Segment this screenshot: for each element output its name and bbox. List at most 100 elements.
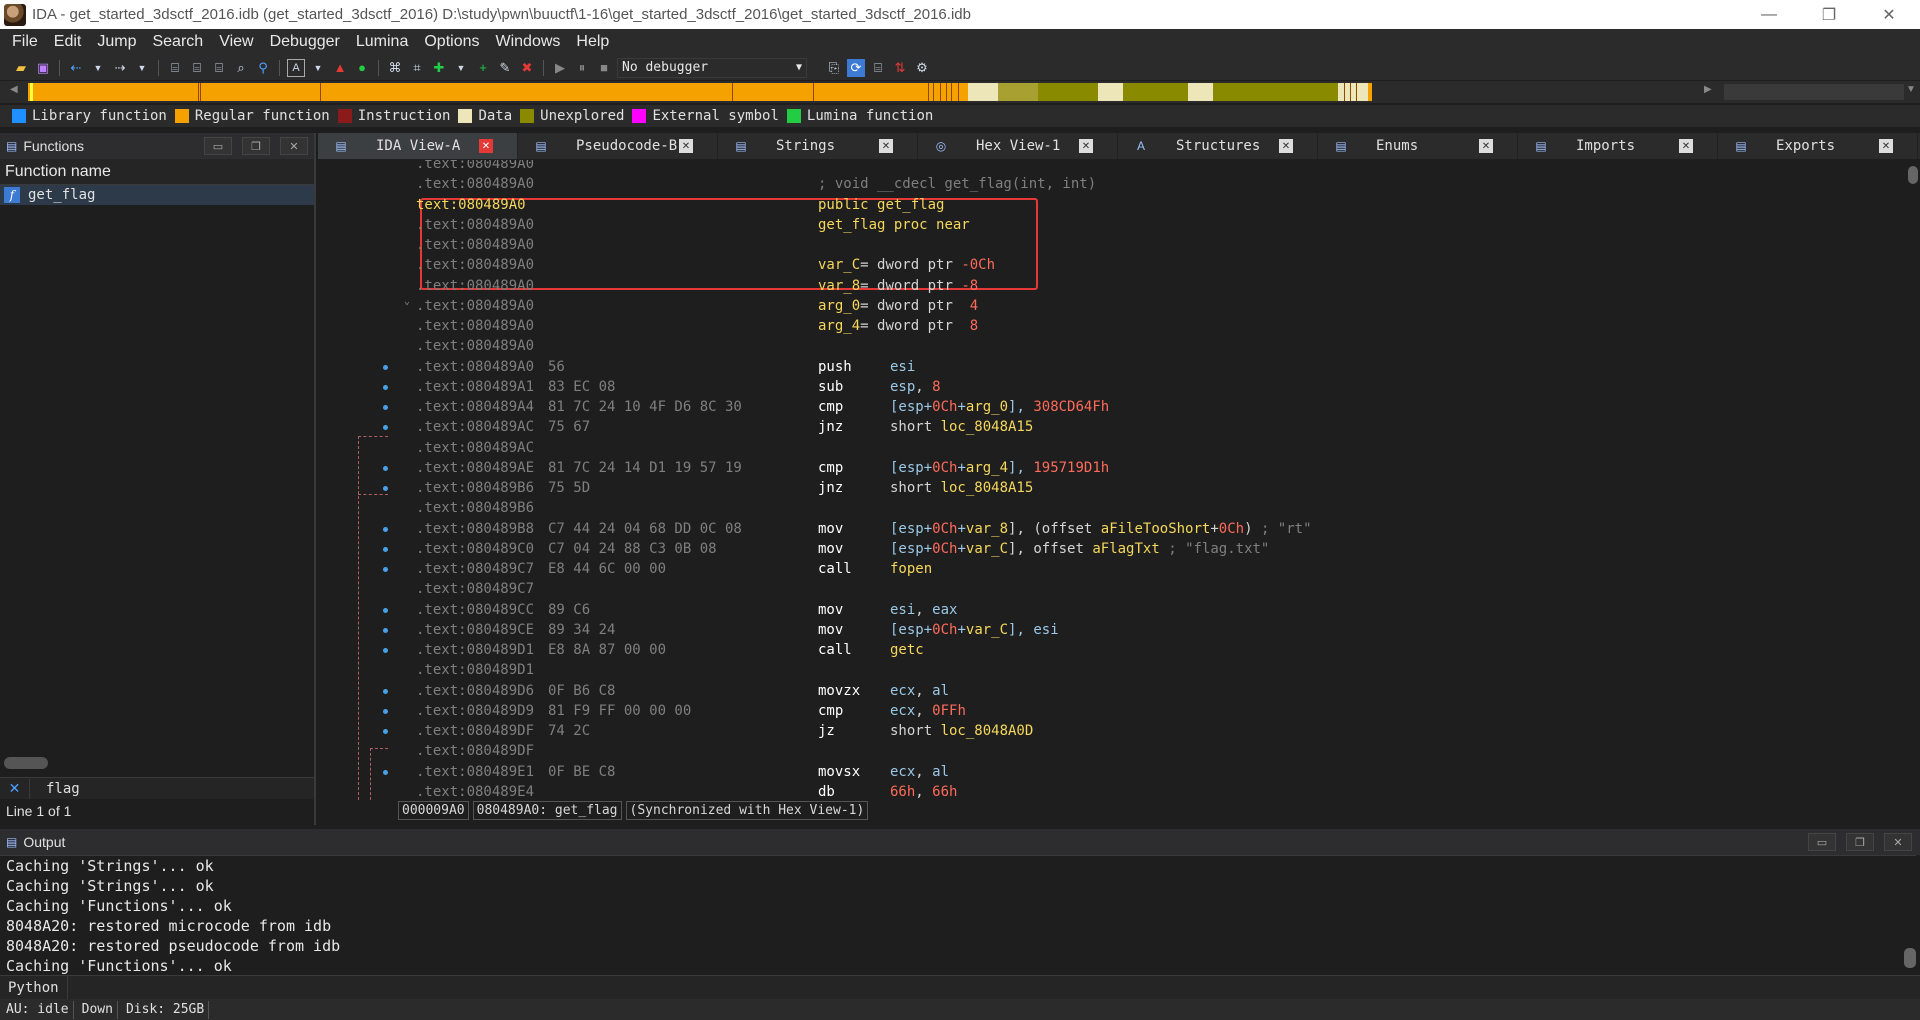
disasm-line[interactable]: .text:080489A0 <box>416 160 534 174</box>
jump-code-icon[interactable]: ⌸ <box>166 59 184 77</box>
menu-debugger[interactable]: Debugger <box>262 29 348 55</box>
navigation-band[interactable] <box>0 81 1920 103</box>
debugger-select[interactable]: No debugger ▼ <box>617 57 807 78</box>
disasm-line[interactable]: .text:080489A1 83 EC 08 sub esp, 8 <box>416 377 941 397</box>
back-arrow-icon[interactable]: ⇠ <box>67 59 85 77</box>
tab-close-icon[interactable]: ✕ <box>1079 139 1093 153</box>
menu-view[interactable]: View <box>211 29 261 55</box>
disasm-line[interactable]: .text:080489A0 56 push esi <box>416 357 915 377</box>
text-mode-icon[interactable]: A <box>287 58 305 77</box>
green-plus-icon[interactable]: ✚ <box>430 59 448 77</box>
tab-strings[interactable]: ▤ Strings ✕ <box>718 133 918 159</box>
disasm-line[interactable]: .text:080489A0 var_C= dword ptr -0Ch <box>416 255 995 275</box>
disasm-line[interactable]: text:080489A0 public get_flag <box>416 195 944 215</box>
output-maximize-button[interactable]: ▭ <box>1808 833 1836 851</box>
dropdown-arrow-icon[interactable]: ▼ <box>133 59 151 77</box>
menu-help[interactable]: Help <box>568 29 617 55</box>
delete-icon[interactable]: ✖ <box>518 59 536 77</box>
tab-close-icon[interactable]: ✕ <box>679 139 693 153</box>
function-list-item[interactable]: f get_flag <box>0 185 314 205</box>
warning-icon[interactable]: ▲ <box>331 59 349 77</box>
python-label[interactable]: Python <box>0 975 68 1000</box>
plugin-icon[interactable]: ⚙ <box>913 59 931 77</box>
token-name[interactable]: arg_0 <box>818 298 860 314</box>
disasm-line[interactable]: .text:080489AC 75 67 jnz short loc_8048A15 <box>416 417 1033 437</box>
disasm-line[interactable]: .text:080489C7 <box>416 579 534 599</box>
add-icon[interactable]: + <box>474 59 492 77</box>
tab-structures[interactable]: A Structures ✕ <box>1118 133 1318 159</box>
menu-lumina[interactable]: Lumina <box>348 29 416 55</box>
minimize-button[interactable]: — <box>1740 0 1798 29</box>
text-search-icon[interactable]: ⚲ <box>254 59 272 77</box>
token-name[interactable]: loc_8048A0D <box>941 723 1034 739</box>
token-name[interactable]: aFlagTxt <box>1092 541 1159 557</box>
struct-icon[interactable]: ⌗ <box>408 59 426 77</box>
fold-chevron-icon[interactable]: ⌄ <box>404 296 410 307</box>
token-name[interactable]: arg_0 <box>966 399 1008 415</box>
disasm-line[interactable]: .text:080489A0 <box>416 336 534 356</box>
output-log[interactable]: Caching 'Strings'... ok Caching 'Strings'… <box>0 855 1916 975</box>
tab-close-icon[interactable]: ✕ <box>1279 139 1293 153</box>
tab-pseudocode-b[interactable]: ▤ Pseudocode-B ✕ <box>518 133 718 159</box>
disasm-line[interactable]: .text:080489A0 var_8= dword ptr -8 <box>416 276 978 296</box>
disasm-line[interactable]: .text:080489A0 <box>416 235 534 255</box>
token-name[interactable]: loc_8048A15 <box>941 480 1034 496</box>
tab-close-icon[interactable]: ✕ <box>1679 139 1693 153</box>
panel-float-button[interactable]: ❐ <box>242 137 270 155</box>
disasm-line[interactable]: .text:080489C7 E8 44 6C 00 00 call fopen <box>416 559 932 579</box>
menu-edit[interactable]: Edit <box>46 29 90 55</box>
token-name[interactable]: var_C <box>818 257 860 273</box>
save-icon[interactable]: ▣ <box>34 59 52 77</box>
disasm-line[interactable]: .text:080489CE 89 34 24 mov [esp+0Ch+var_C]… <box>416 620 1059 640</box>
token-name[interactable]: aFileTooShort <box>1101 521 1211 537</box>
disasm-line[interactable]: .text:080489AC <box>416 438 534 458</box>
dropdown-arrow-icon[interactable]: ▼ <box>309 59 327 77</box>
token-name[interactable]: loc_8048A15 <box>941 419 1034 435</box>
binary-search-icon[interactable]: ⌕ <box>232 59 250 77</box>
nav-scrollbar[interactable] <box>1724 84 1904 100</box>
nav-right-arrow-icon[interactable]: ▶ <box>1704 84 1712 95</box>
tab-close-icon[interactable]: ✕ <box>1879 139 1893 153</box>
breakpoint-icon[interactable]: ⌸ <box>869 59 887 77</box>
output-float-button[interactable]: ❐ <box>1846 833 1874 851</box>
menu-windows[interactable]: Windows <box>487 29 568 55</box>
menu-options[interactable]: Options <box>416 29 487 55</box>
menu-jump[interactable]: Jump <box>89 29 144 55</box>
disasm-line[interactable]: .text:080489B6 75 5D jnz short loc_8048A15 <box>416 478 1033 498</box>
panel-close-button[interactable]: ✕ <box>280 137 308 155</box>
tab-exports[interactable]: ▤ Exports ✕ <box>1718 133 1918 159</box>
disasm-line[interactable]: .text:080489E1 0F BE C8 movsx ecx, al <box>416 762 949 782</box>
token-name[interactable]: arg_4 <box>966 460 1008 476</box>
tab-close-icon[interactable]: ✕ <box>879 139 893 153</box>
nav-left-arrow-icon[interactable]: ◀ <box>10 84 18 95</box>
disasm-line[interactable]: .text:080489D1 <box>416 660 534 680</box>
open-file-icon[interactable]: ▰ <box>12 59 30 77</box>
vertical-scrollbar[interactable] <box>1904 160 1920 800</box>
token-name[interactable]: var_C <box>966 541 1008 557</box>
disasm-line[interactable]: .text:080489A0 get_flag proc near <box>416 215 970 235</box>
restore-button[interactable]: ❐ <box>1800 0 1858 29</box>
horizontal-scrollbar[interactable] <box>4 757 48 769</box>
disasm-line[interactable]: .text:080489B6 <box>416 498 534 518</box>
pause-icon[interactable]: ⏸ <box>573 59 591 77</box>
function-name-column-header[interactable]: Function name <box>0 159 314 185</box>
disasm-line[interactable]: .text:080489AE 81 7C 24 14 D1 19 57 19 cmp… <box>416 458 1109 478</box>
token-name[interactable]: var_8 <box>818 278 860 294</box>
green-run-icon[interactable]: ● <box>353 59 371 77</box>
disasm-line[interactable]: .text:080489A0 ; void __cdecl get_flag(in… <box>416 174 1096 194</box>
token-name[interactable]: getc <box>890 642 924 658</box>
disasm-line[interactable]: .text:080489DF 74 2C jz short loc_8048A0D <box>416 721 1033 741</box>
dropdown-arrow-icon[interactable]: ▼ <box>452 59 470 77</box>
output-scroll-thumb[interactable] <box>1904 948 1916 968</box>
python-input-row[interactable]: Python <box>0 975 1920 1000</box>
tab-imports[interactable]: ▤ Imports ✕ <box>1518 133 1718 159</box>
disasm-line[interactable]: .text:080489A0 arg_4= dword ptr 8 <box>416 316 978 336</box>
scroll-thumb[interactable] <box>1908 166 1918 184</box>
forward-arrow-icon[interactable]: ⇢ <box>111 59 129 77</box>
clear-filter-button[interactable]: ✕ <box>0 778 30 799</box>
token-name[interactable]: var_C <box>966 622 1008 638</box>
close-window-button[interactable]: ✕ <box>1860 0 1918 29</box>
token-name[interactable]: get_flag <box>877 197 944 213</box>
disasm-line[interactable]: .text:080489A4 81 7C 24 10 4F D6 8C 30 cmp… <box>416 397 1109 417</box>
trace-icon[interactable]: ⇅ <box>891 59 909 77</box>
